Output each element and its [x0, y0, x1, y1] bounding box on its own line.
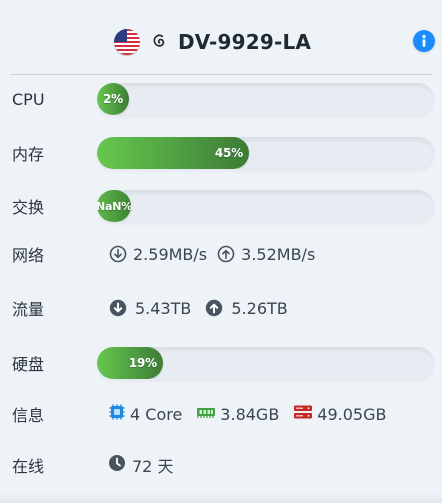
swap-progress: NaN%	[97, 190, 434, 222]
network-down: 2.59MB/s	[133, 244, 208, 264]
swap-percent: NaN%	[97, 199, 133, 213]
traffic-down-icon	[109, 299, 127, 317]
cpu-percent: 2%	[103, 92, 123, 106]
network-values: 2.59MB/s 3.52MB/s	[109, 245, 315, 264]
swap-label: 交换	[12, 198, 45, 217]
cpu-label: CPU	[12, 89, 45, 109]
header-divider	[10, 74, 432, 75]
disk-row: 硬盘 19%	[12, 347, 442, 379]
arrow-up-circle-icon	[217, 245, 235, 263]
uptime-values: 72 天	[108, 453, 173, 477]
disk-progress-fill: 19%	[97, 347, 163, 379]
traffic-label: 流量	[12, 300, 45, 319]
memory-size: 3.84GB	[220, 404, 280, 424]
cpu-progress-fill: 2%	[97, 83, 129, 115]
disk-size: 49.05GB	[317, 404, 387, 424]
traffic-values: 5.43TB 5.26TB	[109, 299, 288, 318]
memory-label: 内存	[12, 145, 45, 164]
cpu-chip-icon	[108, 403, 126, 425]
traffic-down: 5.43TB	[135, 298, 192, 318]
uptime-row: 在线 72 天	[12, 449, 442, 481]
cpu-core-item: 4 Core	[108, 403, 182, 425]
info-values: 4 Core 3.84GB 49.05GB	[108, 403, 400, 425]
cpu-progress: 2%	[97, 83, 434, 115]
memory-progress-fill: 45%	[97, 137, 249, 169]
swap-row: 交换 NaN%	[12, 190, 442, 222]
cpu-row: CPU 2%	[12, 83, 442, 115]
memory-size-item: 3.84GB	[196, 404, 279, 424]
memory-module-icon	[196, 404, 216, 424]
clock-icon	[108, 454, 126, 476]
info-icon[interactable]	[413, 30, 435, 52]
traffic-up-icon	[205, 299, 223, 317]
traffic-up: 5.26TB	[231, 298, 288, 318]
bottom-shade	[0, 493, 442, 503]
memory-percent: 45%	[214, 146, 243, 160]
disk-size-item: 49.05GB	[293, 404, 386, 424]
disk-label: 硬盘	[12, 355, 45, 374]
network-row: 网络 2.59MB/s 3.52MB/s	[12, 238, 442, 270]
info-label: 信息	[12, 406, 45, 425]
swap-progress-fill: NaN%	[97, 190, 133, 222]
uptime-value: 72 天	[132, 457, 174, 476]
memory-progress: 45%	[97, 137, 434, 169]
info-row: 信息 4 Core 3.84GB 49.05GB	[12, 398, 442, 430]
network-label: 网络	[12, 246, 45, 265]
title-wrap: DV-9929-LA	[114, 28, 311, 56]
cpu-core-count: 4 Core	[130, 404, 183, 424]
server-card: DV-9929-LA CPU 2% 内存 45% 交换 NaN% 网络 2.59…	[0, 0, 442, 503]
disk-percent: 19%	[128, 356, 157, 370]
us-flag-icon	[114, 29, 140, 55]
debian-icon	[149, 31, 171, 53]
disk-progress: 19%	[97, 347, 434, 379]
memory-row: 内存 45%	[12, 137, 442, 169]
card-header: DV-9929-LA	[0, 18, 442, 68]
arrow-down-circle-icon	[109, 245, 127, 263]
hard-drive-icon	[293, 404, 313, 424]
uptime-label: 在线	[12, 457, 45, 476]
network-up: 3.52MB/s	[241, 244, 316, 264]
server-title: DV-9929-LA	[178, 30, 312, 54]
traffic-row: 流量 5.43TB 5.26TB	[12, 292, 442, 324]
